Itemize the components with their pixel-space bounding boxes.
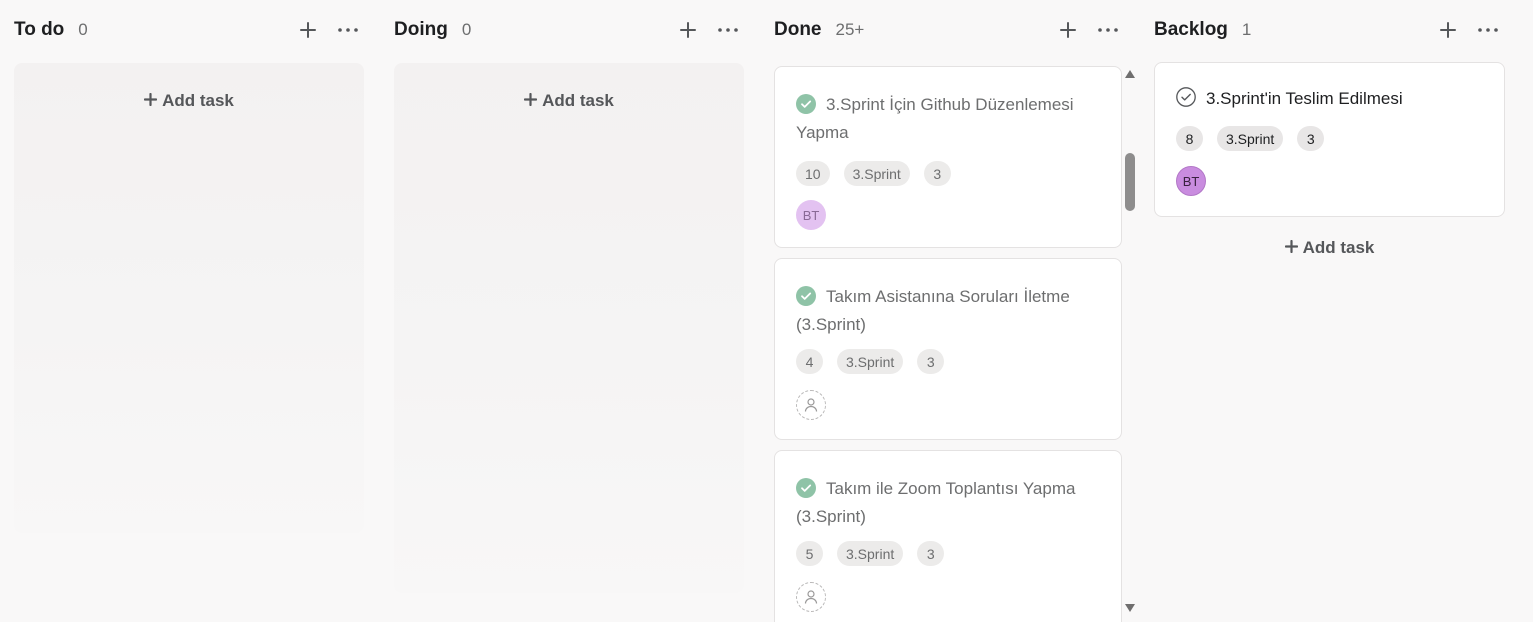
task-title-wrap: 3.Sprint İçin Github Düzenlemesi Yapma — [796, 91, 1101, 147]
add-icon[interactable] — [1054, 16, 1082, 44]
tag: 4 — [796, 349, 823, 374]
task-card[interactable]: Takım Asistanına Soruları İletme (3.Spri… — [774, 258, 1122, 440]
user-icon — [804, 590, 818, 604]
column-backlog: Backlog 1 3.Sprint'in Teslim Edilmesi 8 … — [1154, 0, 1506, 622]
task-title[interactable]: 3.Sprint'in Teslim Edilmesi — [1206, 85, 1403, 113]
column-doing: Doing 0 Add task — [394, 0, 746, 622]
column-count: 1 — [1241, 20, 1252, 39]
plus-icon — [1284, 238, 1298, 258]
check-circle-icon[interactable] — [796, 286, 816, 306]
column-drop-area: Add task — [394, 63, 744, 593]
tag: 3 — [1297, 126, 1325, 151]
avatar[interactable]: BT — [1176, 166, 1206, 196]
more-horizontal-icon[interactable] — [334, 16, 362, 44]
tag: 3.Sprint — [843, 161, 910, 186]
column-title: Doing — [394, 19, 448, 40]
avatar[interactable]: BT — [796, 200, 826, 230]
task-title[interactable]: Takım Asistanına Soruları İletme (3.Spri… — [796, 287, 1070, 334]
task-card[interactable]: Takım ile Zoom Toplantısı Yapma (3.Sprin… — [774, 450, 1122, 622]
task-title-wrap: Takım ile Zoom Toplantısı Yapma (3.Sprin… — [796, 475, 1101, 531]
card-list[interactable]: 3.Sprint İçin Github Düzenlemesi Yapma 1… — [774, 63, 1126, 622]
add-task-label: Add task — [162, 91, 234, 110]
scroll-up-arrow-icon[interactable] — [1124, 69, 1136, 81]
add-task-label: Add task — [1302, 238, 1375, 257]
unassigned-avatar[interactable] — [796, 390, 826, 420]
task-title[interactable]: 3.Sprint İçin Github Düzenlemesi Yapma — [796, 95, 1074, 142]
task-card[interactable]: 3.Sprint İçin Github Düzenlemesi Yapma 1… — [774, 66, 1122, 248]
add-task-label: Add task — [542, 91, 614, 110]
tag: 3 — [923, 161, 951, 186]
plus-icon — [143, 91, 158, 111]
scrollbar[interactable] — [1124, 63, 1136, 622]
scroll-down-arrow-icon[interactable] — [1124, 603, 1136, 615]
add-task-button[interactable]: Add task — [1154, 238, 1505, 258]
column-title: To do — [14, 19, 65, 40]
tag: 3 — [917, 541, 945, 566]
tag: 3 — [917, 349, 945, 374]
more-horizontal-icon[interactable] — [1474, 16, 1502, 44]
column-header: Done 25+ — [774, 12, 1126, 48]
column-header: To do 0 — [14, 12, 366, 48]
check-circle-icon[interactable] — [796, 478, 816, 498]
column-header: Backlog 1 — [1154, 12, 1506, 48]
column-drop-area: Add task — [14, 63, 364, 533]
more-horizontal-icon[interactable] — [714, 16, 742, 44]
add-icon[interactable] — [1434, 16, 1462, 44]
add-icon[interactable] — [674, 16, 702, 44]
more-horizontal-icon[interactable] — [1094, 16, 1122, 44]
check-circle-icon[interactable] — [796, 94, 816, 114]
column-done: Done 25+ 3.Sprint İçin Github Düzenlemes… — [774, 0, 1138, 622]
column-count: 0 — [461, 20, 472, 39]
tag: 3.Sprint — [837, 349, 904, 374]
scrollbar-thumb[interactable] — [1125, 153, 1135, 211]
plus-icon — [523, 91, 538, 111]
check-circle-outline-icon[interactable] — [1176, 87, 1196, 107]
tag-list: 8 3.Sprint 3 — [1176, 126, 1325, 151]
column-title: Done — [774, 19, 822, 40]
user-icon — [804, 398, 818, 412]
task-card[interactable]: 3.Sprint'in Teslim Edilmesi 8 3.Sprint 3… — [1154, 62, 1505, 217]
tag-list: 4 3.Sprint 3 — [796, 349, 945, 374]
tag: 10 — [796, 161, 830, 186]
tag: 5 — [796, 541, 823, 566]
tag: 3.Sprint — [1217, 126, 1284, 151]
column-title: Backlog — [1154, 19, 1228, 40]
column-todo: To do 0 Add task — [14, 0, 366, 622]
column-count: 25+ — [835, 20, 865, 39]
tag-list: 5 3.Sprint 3 — [796, 541, 945, 566]
task-title-wrap: Takım Asistanına Soruları İletme (3.Spri… — [796, 283, 1101, 339]
add-task-button[interactable]: Add task — [394, 91, 744, 111]
task-title[interactable]: Takım ile Zoom Toplantısı Yapma (3.Sprin… — [796, 479, 1075, 526]
unassigned-avatar[interactable] — [796, 582, 826, 612]
column-header: Doing 0 — [394, 12, 746, 48]
add-task-button[interactable]: Add task — [14, 91, 364, 111]
tag: 3.Sprint — [837, 541, 904, 566]
board: To do 0 Add task Doing 0 Add task Done 2… — [0, 0, 1533, 622]
column-count: 0 — [78, 20, 88, 39]
tag-list: 10 3.Sprint 3 — [796, 161, 951, 186]
tag: 8 — [1176, 126, 1203, 151]
add-icon[interactable] — [294, 16, 322, 44]
